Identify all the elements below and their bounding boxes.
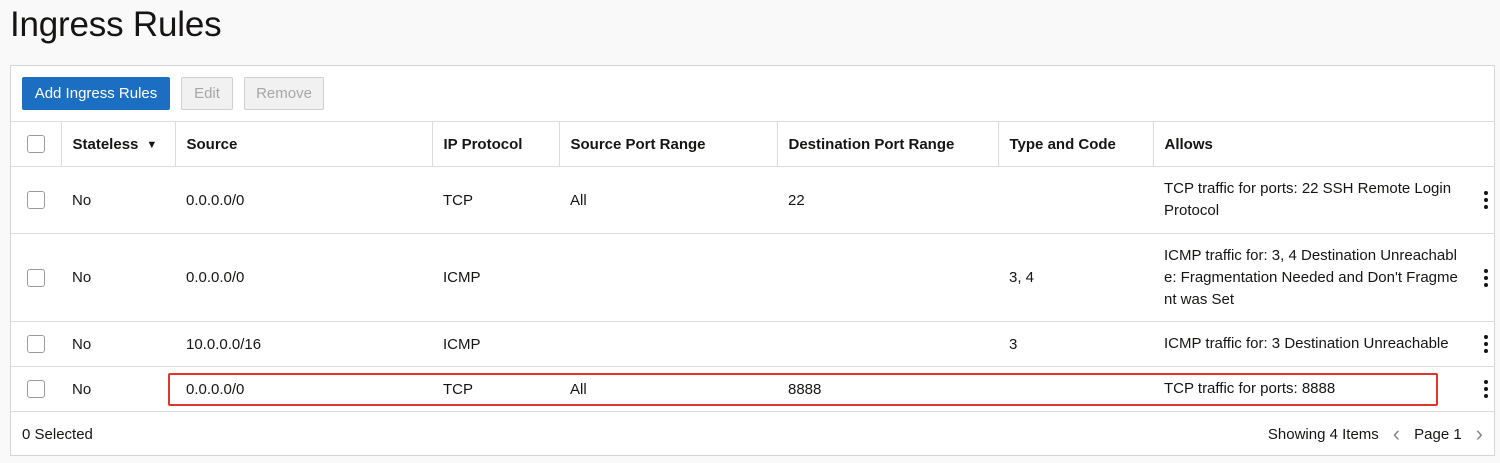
table-row: No 0.0.0.0/0 TCP All 8888 TCP traffic fo… xyxy=(11,366,1494,412)
pager: Showing 4 Items ‹ Page 1 › xyxy=(1268,423,1483,445)
table-row: No 0.0.0.0/0 ICMP 3, 4 ICMP traffic for:… xyxy=(11,233,1494,322)
cell-allows: ICMP traffic for: 3, 4 Destination Unrea… xyxy=(1153,233,1494,322)
cell-allows: TCP traffic for ports: 22 SSH Remote Log… xyxy=(1153,166,1494,234)
row-select-cell xyxy=(11,166,61,234)
cell-source-port-range: All xyxy=(559,166,777,234)
cell-destination-port-range: 22 xyxy=(777,166,998,234)
cell-stateless: No xyxy=(61,366,175,412)
column-header-ip-protocol: IP Protocol xyxy=(432,121,560,167)
toolbar: Add Ingress Rules Edit Remove xyxy=(22,77,324,110)
row-checkbox[interactable] xyxy=(27,268,45,287)
cell-ip-protocol: TCP xyxy=(432,166,559,234)
selected-count: 0 Selected xyxy=(22,425,93,443)
edit-button[interactable]: Edit xyxy=(181,77,233,110)
cell-source: 0.0.0.0/0 xyxy=(175,166,432,234)
table-header-row: Stateless ▼ Source IP Protocol Source Por… xyxy=(11,121,1494,167)
column-header-type-and-code: Type and Code xyxy=(998,121,1154,167)
cell-type-and-code: 3, 4 xyxy=(998,233,1153,322)
table-footer: 0 Selected Showing 4 Items ‹ Page 1 › xyxy=(11,412,1494,456)
cell-ip-protocol: ICMP xyxy=(432,321,559,367)
remove-button[interactable]: Remove xyxy=(244,77,324,110)
ingress-rules-panel: Add Ingress Rules Edit Remove Stateless ▼… xyxy=(10,65,1495,456)
cell-ip-protocol: TCP xyxy=(432,366,559,412)
cell-source: 0.0.0.0/0 xyxy=(175,366,432,412)
kebab-menu-icon[interactable] xyxy=(1484,335,1488,353)
kebab-menu-icon[interactable] xyxy=(1484,191,1488,209)
cell-source-port-range: All xyxy=(559,366,777,412)
column-header-allows: Allows xyxy=(1153,121,1494,167)
cell-type-and-code xyxy=(998,366,1153,412)
cell-stateless: No xyxy=(61,166,175,234)
cell-type-and-code xyxy=(998,166,1153,234)
page-title: Ingress Rules xyxy=(10,5,222,44)
add-ingress-rules-button[interactable]: Add Ingress Rules xyxy=(22,77,170,110)
cell-source: 10.0.0.0/16 xyxy=(175,321,432,367)
table-row: No 10.0.0.0/16 ICMP 3 ICMP traffic for: … xyxy=(11,321,1494,367)
row-checkbox[interactable] xyxy=(27,191,45,210)
select-all-cell xyxy=(11,121,62,167)
cell-source-port-range xyxy=(559,233,777,322)
cell-ip-protocol: ICMP xyxy=(432,233,559,322)
caret-down-icon: ▼ xyxy=(146,138,158,151)
row-checkbox[interactable] xyxy=(27,380,45,399)
row-select-cell xyxy=(11,366,61,412)
chevron-left-icon[interactable]: ‹ xyxy=(1393,423,1400,445)
kebab-menu-icon[interactable] xyxy=(1484,380,1488,398)
ingress-rules-table: Stateless ▼ Source IP Protocol Source Por… xyxy=(11,121,1494,412)
row-checkbox[interactable] xyxy=(27,335,45,354)
kebab-menu-icon[interactable] xyxy=(1484,268,1488,287)
cell-allows: ICMP traffic for: 3 Destination Unreacha… xyxy=(1153,321,1494,367)
column-header-source: Source xyxy=(175,121,433,167)
select-all-checkbox[interactable] xyxy=(26,135,45,154)
cell-stateless: No xyxy=(61,321,175,367)
cell-allows: TCP traffic for ports: 8888 xyxy=(1153,366,1494,412)
cell-type-and-code: 3 xyxy=(998,321,1153,367)
column-header-destination-port-range: Destination Port Range xyxy=(777,121,999,167)
table-row: No 0.0.0.0/0 TCP All 22 TCP traffic for … xyxy=(11,166,1494,234)
cell-stateless: No xyxy=(61,233,175,322)
row-select-cell xyxy=(11,233,61,322)
cell-destination-port-range xyxy=(777,233,998,322)
cell-source-port-range xyxy=(559,321,777,367)
cell-source: 0.0.0.0/0 xyxy=(175,233,432,322)
chevron-right-icon[interactable]: › xyxy=(1476,423,1483,445)
cell-destination-port-range: 8888 xyxy=(777,366,998,412)
row-select-cell xyxy=(11,321,61,367)
items-count: Showing 4 Items xyxy=(1267,425,1379,443)
cell-destination-port-range xyxy=(777,321,998,367)
column-header-stateless[interactable]: Stateless ▼ xyxy=(61,121,176,167)
column-header-source-port-range: Source Port Range xyxy=(559,121,778,167)
page-indicator: Page 1 xyxy=(1414,425,1462,443)
